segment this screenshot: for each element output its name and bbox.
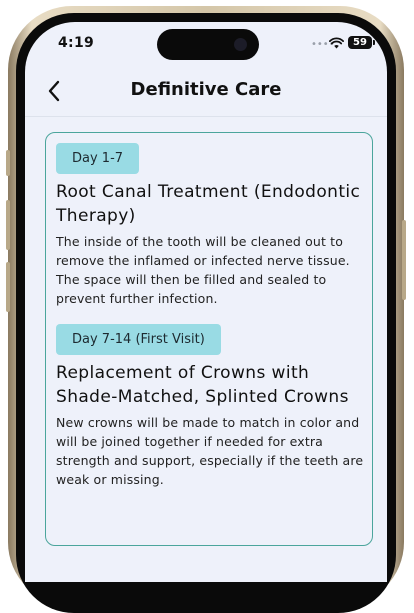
section-title: Root Canal Treatment (Endodontic Therapy… [56, 182, 361, 226]
treatment-section: Day 7-14 (First Visit) Replacement of Cr… [56, 324, 368, 489]
status-bar: 4:19 •••• 59 [25, 22, 387, 66]
page-title: Definitive Care [130, 79, 282, 100]
volume-down-button [6, 262, 10, 312]
wifi-icon [329, 37, 344, 49]
screen: 4:19 •••• 59 Definitive Care Day 1-7 Roo… [25, 22, 387, 582]
status-time: 4:19 [58, 35, 95, 51]
treatment-section: Day 1-7 Root Canal Treatment (Endodontic… [56, 143, 368, 308]
front-camera-icon [234, 38, 247, 51]
section-body: The inside of the tooth will be cleaned … [56, 234, 350, 306]
section-body: New crowns will be made to match in colo… [56, 415, 364, 487]
battery-icon: 59 [348, 36, 375, 49]
action-button [6, 150, 10, 176]
volume-up-button [6, 200, 10, 250]
section-title: Replacement of Crowns with Shade-Matched… [56, 363, 349, 407]
nav-bar: Definitive Care [25, 66, 387, 117]
power-button [402, 220, 406, 300]
treatment-card: Day 1-7 Root Canal Treatment (Endodontic… [45, 132, 373, 546]
day-badge: Day 1-7 [56, 143, 140, 174]
day-badge: Day 7-14 (First Visit) [56, 324, 221, 355]
dynamic-island [157, 29, 259, 60]
